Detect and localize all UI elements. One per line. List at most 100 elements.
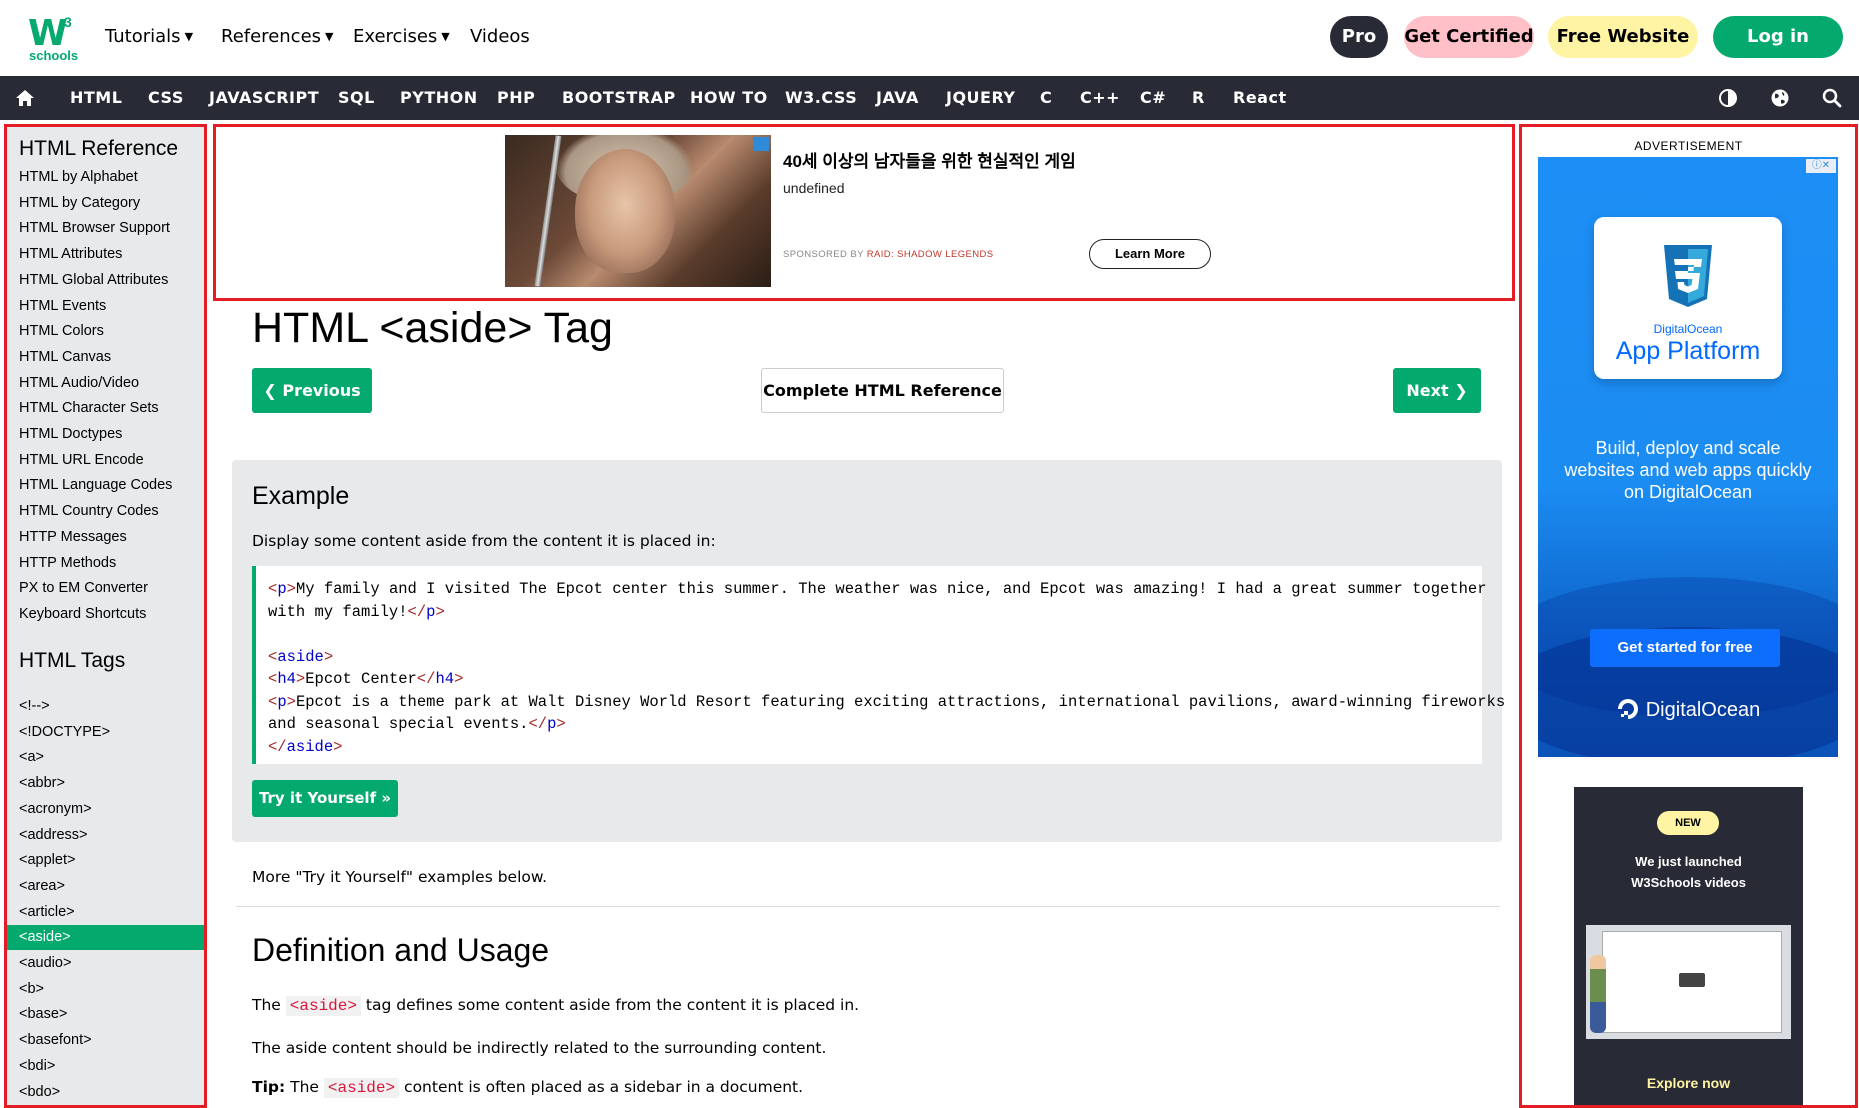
code-line-2: with my family! <box>268 602 408 621</box>
sidebar-tag-link[interactable]: <!DOCTYPE> <box>7 720 204 745</box>
sidebar-reference-link[interactable]: HTML by Alphabet <box>7 165 204 190</box>
nav-howto[interactable]: HOW TO <box>690 76 768 120</box>
nav-r[interactable]: R <box>1192 76 1205 120</box>
sidebar-reference-link[interactable]: HTML URL Encode <box>7 448 204 473</box>
nav-python[interactable]: PYTHON <box>400 76 478 120</box>
nav-sql[interactable]: SQL <box>338 76 375 120</box>
definition-heading: Definition and Usage <box>252 932 550 968</box>
globe-icon[interactable] <box>1770 88 1790 108</box>
code-line-6: and seasonal special events. <box>268 715 529 733</box>
app-platform-card: DigitalOcean App Platform <box>1594 217 1782 379</box>
previous-button[interactable]: ❮ Previous <box>252 368 372 413</box>
sidebar-tag-link[interactable]: <article> <box>7 900 204 925</box>
sidebar-tag-link[interactable]: <bdi> <box>7 1054 204 1079</box>
sidebar-reference-link[interactable]: HTML by Category <box>7 191 204 216</box>
nav-tutorials[interactable]: Tutorials ▼ <box>105 26 193 47</box>
nav-videos[interactable]: Videos <box>470 26 530 47</box>
sidebar-reference-link[interactable]: HTML Language Codes <box>7 473 204 498</box>
login-button[interactable]: Log in <box>1713 16 1843 58</box>
sidebar-tag-link[interactable]: <b> <box>7 977 204 1002</box>
try-it-yourself-button[interactable]: Try it Yourself » <box>252 780 398 817</box>
sidebar-tag-link[interactable]: <area> <box>7 874 204 899</box>
nav-c[interactable]: C <box>1040 76 1052 120</box>
sidebar-tag-link[interactable]: <bdo> <box>7 1080 204 1105</box>
free-website-button[interactable]: Free Website <box>1548 16 1698 58</box>
videos-promo[interactable]: NEW We just launched W3Schools videos Ex… <box>1574 787 1803 1105</box>
next-button[interactable]: Next ❯ <box>1393 368 1481 413</box>
w3schools-logo[interactable]: W 3 schools <box>26 14 78 64</box>
sidebar-reference-link[interactable]: HTML Audio/Video <box>7 371 204 396</box>
pro-button[interactable]: Pro <box>1330 16 1388 58</box>
sidebar-tag-link[interactable]: <abbr> <box>7 771 204 796</box>
sidebar-reference-link[interactable]: HTML Doctypes <box>7 422 204 447</box>
ad-headline[interactable]: 40세 이상의 남자들을 위한 현실적인 게임 <box>783 147 1076 172</box>
sidebar-tag-link[interactable]: <base> <box>7 1002 204 1027</box>
css3-shield-icon <box>1664 245 1712 307</box>
caret-down-icon: ▼ <box>184 30 194 43</box>
do-get-started-button[interactable]: Get started for free <box>1590 629 1780 667</box>
top-advertisement[interactable]: 40세 이상의 남자들을 위한 현실적인 게임 undefined SPONSO… <box>213 124 1515 301</box>
more-examples-text: More "Try it Yourself" examples below. <box>252 868 548 886</box>
nav-react[interactable]: React <box>1233 76 1287 120</box>
complete-reference-button[interactable]: Complete HTML Reference <box>761 368 1004 413</box>
sidebar-reference-link[interactable]: HTML Character Sets <box>7 396 204 421</box>
sidebar-reference-link[interactable]: HTTP Messages <box>7 525 204 550</box>
home-icon[interactable] <box>15 88 35 108</box>
nav-w3css[interactable]: W3.CSS <box>785 76 857 120</box>
nav-csharp[interactable]: C# <box>1140 76 1166 120</box>
nav-java[interactable]: JAVA <box>876 76 919 120</box>
digitalocean-ad[interactable]: ⓘ✕ DigitalOcean App Platform Build, depl… <box>1538 157 1838 757</box>
def-p1-before: The <box>252 996 281 1014</box>
code-line-1: My family and I visited The Epcot center… <box>295 580 1487 598</box>
ad-image[interactable] <box>505 135 771 287</box>
theme-toggle-icon[interactable] <box>1718 88 1738 108</box>
play-icon[interactable] <box>1679 973 1705 987</box>
adchoices-icon[interactable]: ⓘ✕ <box>1806 159 1836 173</box>
divider <box>236 906 1500 907</box>
sidebar-tag-link[interactable]: <audio> <box>7 951 204 976</box>
sidebar-reference-link[interactable]: PX to EM Converter <box>7 576 204 601</box>
sidebar-reference-link[interactable]: HTML Canvas <box>7 345 204 370</box>
nav-bootstrap[interactable]: BOOTSTRAP <box>562 76 676 120</box>
sidebar-tag-link[interactable]: <applet> <box>7 848 204 873</box>
sidebar-tag-link[interactable]: <basefont> <box>7 1028 204 1053</box>
code-line-4: Epcot Center <box>305 670 417 688</box>
nav-css[interactable]: CSS <box>148 76 184 120</box>
code-line-5: Epcot is a theme park at Walt Disney Wor… <box>295 692 1506 711</box>
sidebar-tag-link[interactable]: <address> <box>7 823 204 848</box>
video-thumbnail[interactable] <box>1586 925 1791 1039</box>
sidebar-reference-link[interactable]: HTML Global Attributes <box>7 268 204 293</box>
sidebar-reference-link[interactable]: HTML Browser Support <box>7 216 204 241</box>
nav-php[interactable]: PHP <box>497 76 535 120</box>
tip-after: content is often placed as a sidebar in … <box>404 1078 804 1096</box>
do-brand-text: DigitalOcean <box>1645 699 1761 721</box>
nav-exercises[interactable]: Exercises ▼ <box>353 26 450 47</box>
nav-references[interactable]: References ▼ <box>221 26 334 47</box>
sidebar-reference-link[interactable]: HTML Country Codes <box>7 499 204 524</box>
ad-learn-more-button[interactable]: Learn More <box>1089 239 1211 269</box>
nav-cpp[interactable]: C++ <box>1080 76 1120 120</box>
sidebar-reference-link[interactable]: HTML Events <box>7 294 204 319</box>
sidebar-tag-link-active[interactable]: <aside> <box>7 925 204 951</box>
sidebar-tag-link[interactable]: <a> <box>7 745 204 770</box>
sidebar-reference-link[interactable]: HTML Colors <box>7 319 204 344</box>
sidebar-tag-link[interactable]: <!--> <box>7 694 204 719</box>
sidebar-reference-link[interactable]: HTTP Methods <box>7 551 204 576</box>
definition-paragraph-2: The aside content should be indirectly r… <box>252 1039 827 1057</box>
advertisement-label: ADVERTISEMENT <box>1634 139 1743 153</box>
sidebar-reference-link[interactable]: HTML Attributes <box>7 242 204 267</box>
sidebar-heading-reference: HTML Reference <box>19 137 179 160</box>
adchoices-icon[interactable] <box>753 137 769 151</box>
sidebar-reference-link[interactable]: Keyboard Shortcuts <box>7 602 204 627</box>
nav-jquery[interactable]: JQUERY <box>946 76 1016 120</box>
example-box: Example Display some content aside from … <box>232 460 1506 842</box>
nav-html[interactable]: HTML <box>70 76 122 120</box>
sidebar-tag-link[interactable]: <acronym> <box>7 797 204 822</box>
do-brand-logo: DigitalOcean <box>1538 697 1838 722</box>
nav-javascript[interactable]: JAVASCRIPT <box>209 76 319 120</box>
get-certified-button[interactable]: Get Certified <box>1404 16 1534 58</box>
example-heading: Example <box>252 482 350 510</box>
search-icon[interactable] <box>1822 88 1842 108</box>
explore-now-link[interactable]: Explore now <box>1574 1075 1803 1091</box>
logo-superscript: 3 <box>64 14 72 30</box>
